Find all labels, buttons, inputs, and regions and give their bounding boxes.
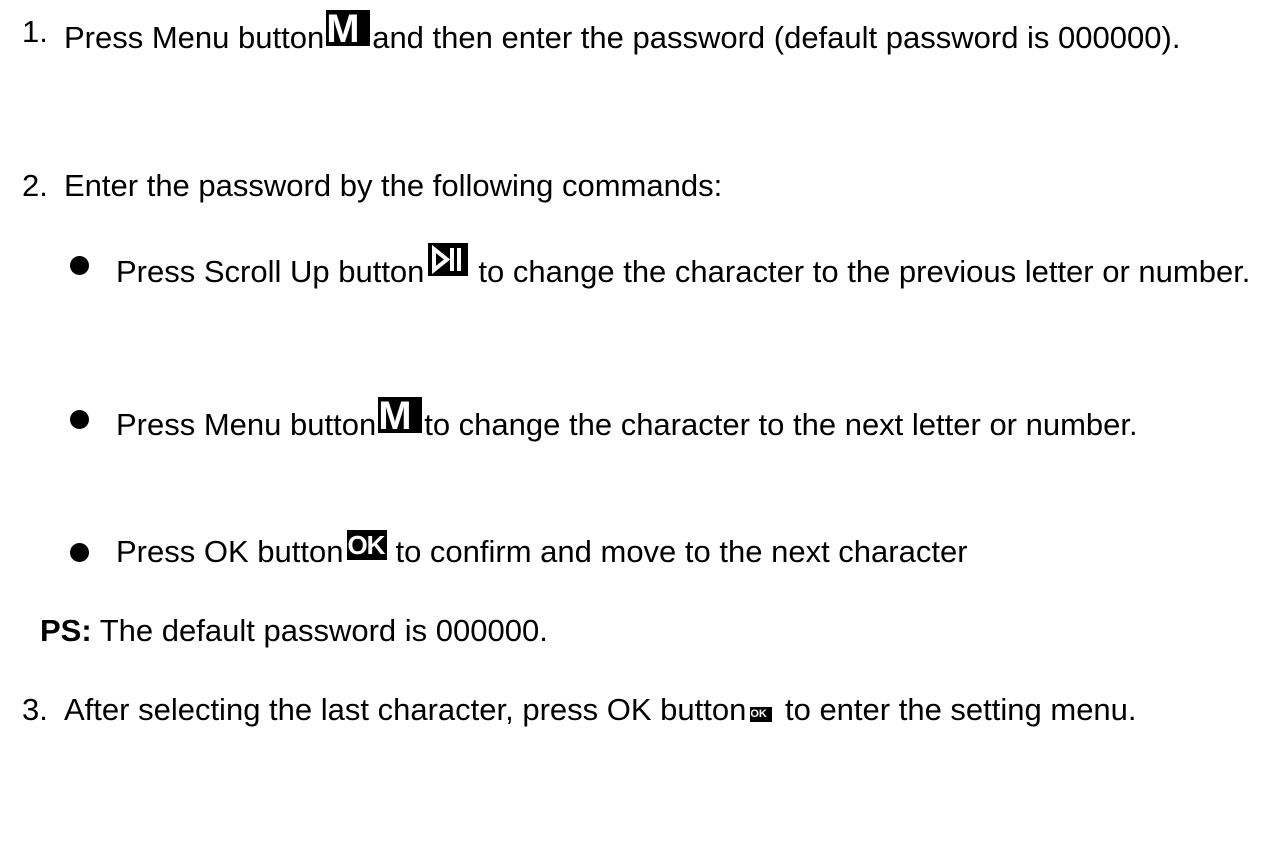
bullet-dot: [70, 410, 89, 429]
play-pause-icon: [428, 243, 469, 276]
bullet-dot: [70, 256, 89, 275]
ps-label: PS:: [40, 613, 92, 648]
step-number: 1.: [22, 14, 48, 49]
menu-m-icon: M: [378, 396, 423, 436]
step-text: Press Menu buttonM and then enter the pas…: [64, 9, 1260, 60]
ps-note-text: PS: The default password is 000000.: [40, 609, 548, 653]
step-text-after: to enter the setting menu.: [776, 692, 1137, 727]
ps-text: The default password is 000000.: [91, 613, 548, 648]
step-text-before: After selecting the last character, pres…: [64, 692, 747, 727]
bullet-text: Press Menu buttonM to change the characte…: [116, 396, 1260, 447]
ok-icon: OK: [750, 707, 773, 722]
step-text-before: Press Menu button: [64, 20, 325, 55]
ok-icon: OK: [347, 530, 388, 560]
bullet-text-after: to change the character to the next lett…: [424, 407, 1138, 442]
bullet-text-before: Press Menu button: [116, 407, 377, 442]
menu-m-icon: M: [326, 9, 371, 49]
bullet-text: Press OK button OK to confirm and move to …: [116, 530, 1260, 574]
bullet-text-before: Press OK button: [116, 534, 344, 569]
step-number: 3.: [22, 692, 48, 727]
bullet-text: Press Scroll Up button to change the char…: [116, 243, 1260, 294]
bullet-dot: [70, 543, 89, 562]
bullet-text-before: Press Scroll Up button: [116, 254, 425, 289]
bullet-text-after: to change the character to the previous …: [478, 254, 1251, 289]
step-text-after: and then enter the password (default pas…: [372, 20, 1181, 55]
step-text: Enter the password by the following comm…: [64, 168, 723, 203]
step-number: 2.: [22, 168, 48, 203]
bullet-text-after: to confirm and move to the next characte…: [395, 534, 968, 569]
step-text: After selecting the last character, pres…: [64, 688, 1260, 732]
